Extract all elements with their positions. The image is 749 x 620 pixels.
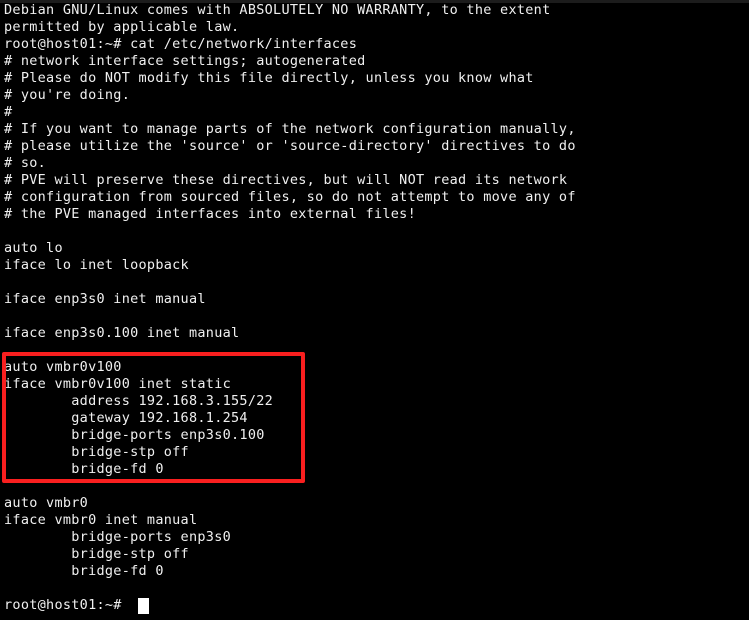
terminal-line: Debian GNU/Linux comes with ABSOLUTELY N… bbox=[4, 2, 551, 18]
terminal-line: auto lo bbox=[4, 240, 63, 256]
terminal-line: gateway 192.168.1.254 bbox=[4, 410, 248, 426]
terminal-line: iface enp3s0.100 inet manual bbox=[4, 325, 240, 341]
terminal-line: iface lo inet loopback bbox=[4, 257, 189, 273]
terminal-line: # configuration from sourced files, so d… bbox=[4, 189, 576, 205]
terminal-line: root@host01:~# cat /etc/network/interfac… bbox=[4, 36, 358, 52]
terminal-line: bridge-fd 0 bbox=[4, 461, 164, 477]
terminal-line: bridge-stp off bbox=[4, 546, 189, 562]
terminal-line: # network interface settings; autogenera… bbox=[4, 53, 366, 69]
terminal-line: # the PVE managed interfaces into extern… bbox=[4, 206, 416, 222]
terminal-line: # bbox=[4, 104, 13, 120]
terminal-line: bridge-fd 0 bbox=[4, 563, 164, 579]
terminal-line: # please utilize the 'source' or 'source… bbox=[4, 138, 576, 154]
terminal-line: bridge-stp off bbox=[4, 444, 189, 460]
terminal-line: iface vmbr0v100 inet static bbox=[4, 376, 232, 392]
terminal-window[interactable]: Debian GNU/Linux comes with ABSOLUTELY N… bbox=[0, 0, 749, 620]
terminal-line: bridge-ports enp3s0.100 bbox=[4, 427, 265, 443]
terminal-line: auto vmbr0v100 bbox=[4, 359, 122, 375]
terminal-line: # you're doing. bbox=[4, 87, 131, 103]
terminal-line: auto vmbr0 bbox=[4, 495, 89, 511]
terminal-line: # so. bbox=[4, 155, 47, 171]
terminal-line: bridge-ports enp3s0 bbox=[4, 529, 232, 545]
terminal-line: address 192.168.3.155/22 bbox=[4, 393, 274, 409]
text-cursor bbox=[138, 598, 149, 614]
terminal-line: # If you want to manage parts of the net… bbox=[4, 121, 576, 137]
terminal-line: # PVE will preserve these directives, bu… bbox=[4, 172, 568, 188]
terminal-line: permitted by applicable law. bbox=[4, 19, 240, 35]
terminal-line: # Please do NOT modify this file directl… bbox=[4, 70, 534, 86]
terminal-line: iface enp3s0 inet manual bbox=[4, 291, 206, 307]
shell-prompt: root@host01:~# bbox=[4, 597, 131, 613]
terminal-line: iface vmbr0 inet manual bbox=[4, 512, 198, 528]
terminal-output: Debian GNU/Linux comes with ABSOLUTELY N… bbox=[4, 2, 749, 597]
